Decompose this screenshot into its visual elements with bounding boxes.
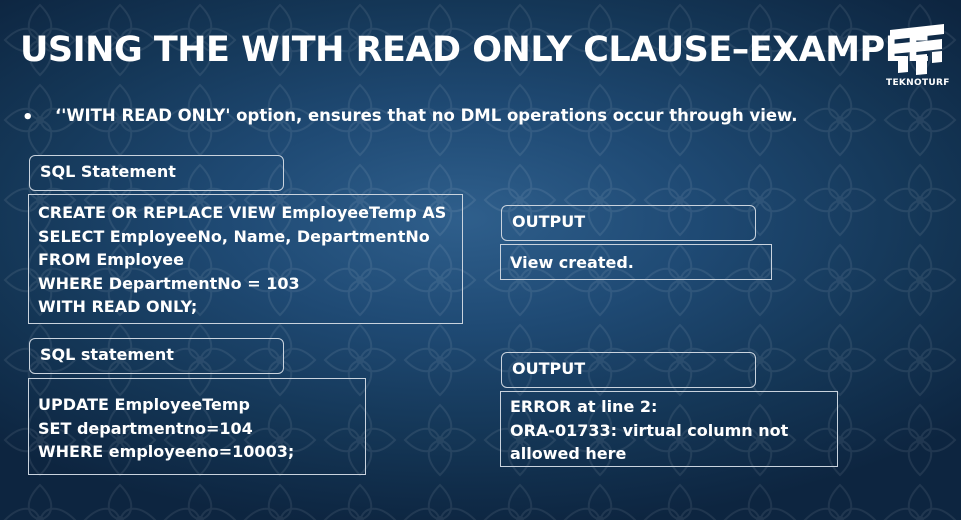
output-label-text: OUTPUT bbox=[512, 359, 586, 378]
output-label-2: OUTPUT bbox=[501, 352, 756, 388]
logo-text: TEKNOTURF bbox=[886, 78, 950, 88]
code-line: UPDATE EmployeeTemp bbox=[38, 395, 250, 414]
output-label-text: OUTPUT bbox=[512, 212, 586, 231]
output-line: allowed here bbox=[510, 444, 627, 463]
sql-statement-label-text: SQL Statement bbox=[40, 162, 176, 181]
sql-statement-label-text: SQL statement bbox=[40, 345, 174, 364]
output-block-2: ERROR at line 2: ORA-01733: virtual colu… bbox=[500, 391, 838, 467]
output-line: View created. bbox=[510, 253, 634, 272]
sql-code-block-2: UPDATE EmployeeTemp SET departmentno=104… bbox=[28, 378, 366, 475]
teknoturf-logo: TEKNOTURF bbox=[886, 22, 950, 94]
bullet-text: ‘'WITH READ ONLY' option, ensures that n… bbox=[55, 106, 798, 125]
code-line: WHERE employeeno=10003; bbox=[38, 442, 295, 461]
code-line: CREATE OR REPLACE VIEW EmployeeTemp AS bbox=[38, 203, 447, 222]
slide-title: USING THE WITH READ ONLY CLAUSE–EXAMPLE bbox=[20, 30, 930, 70]
code-line: SET departmentno=104 bbox=[38, 418, 253, 438]
code-line: WITH READ ONLY; bbox=[38, 297, 198, 316]
code-line: FROM Employee bbox=[38, 250, 185, 269]
output-line: ERROR at line 2: bbox=[510, 397, 658, 416]
sql-code-block-1: CREATE OR REPLACE VIEW EmployeeTemp AS S… bbox=[28, 194, 463, 324]
output-label-1: OUTPUT bbox=[501, 205, 756, 241]
logo-mark-icon bbox=[890, 24, 944, 75]
bullet-icon: • bbox=[22, 107, 34, 128]
output-block-1: View created. bbox=[500, 244, 772, 280]
sql-statement-label-2: SQL statement bbox=[29, 338, 284, 374]
sql-statement-label-1: SQL Statement bbox=[29, 155, 284, 191]
code-line: WHERE DepartmentNo = 103 bbox=[38, 273, 300, 293]
code-line: SELECT EmployeeNo, Name, DepartmentNo bbox=[38, 226, 430, 246]
output-line: ORA-01733: virtual column not bbox=[510, 420, 789, 440]
